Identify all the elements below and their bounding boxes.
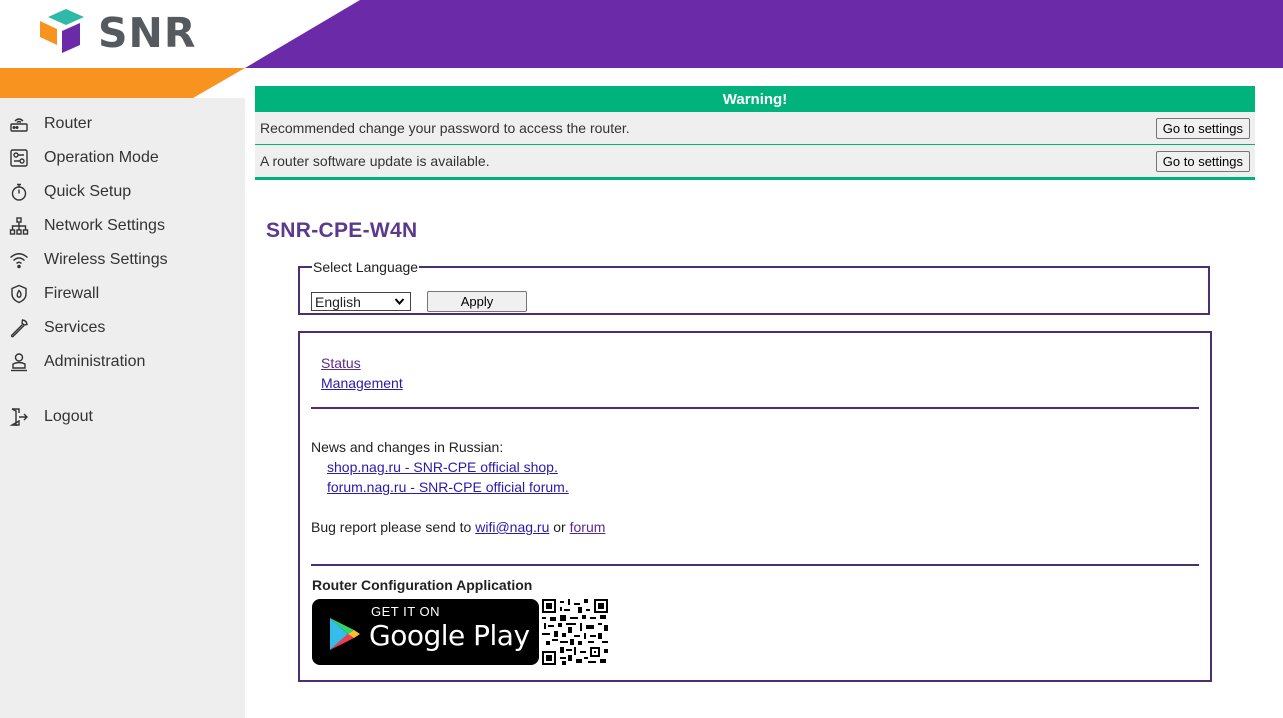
sidebar-nav: Router Operation Mode Quick Setup Networ… (0, 107, 245, 434)
language-select[interactable]: English (311, 292, 411, 311)
sidebar-item-label: Network Settings (44, 217, 165, 234)
sidebar-item-services[interactable]: Services (0, 311, 245, 345)
sidebar-item-administration[interactable]: Administration (0, 345, 245, 379)
warning-row-update: A router software update is available. G… (255, 145, 1255, 180)
wifi-icon (8, 249, 30, 271)
warning-message: Recommended change your password to acce… (260, 120, 630, 136)
divider (311, 407, 1199, 409)
sidebar-item-label: Wireless Settings (44, 251, 168, 268)
sidebar-item-firewall[interactable]: Firewall (0, 277, 245, 311)
sidebar-item-router[interactable]: Router (0, 107, 245, 141)
warning-row-password: Recommended change your password to acce… (255, 112, 1255, 145)
warning-message: A router software update is available. (260, 153, 490, 169)
sidebar-item-network-settings[interactable]: Network Settings (0, 209, 245, 243)
apply-button[interactable]: Apply (427, 291, 527, 312)
admin-icon (8, 351, 30, 373)
sidebar-item-label: Operation Mode (44, 149, 159, 166)
bug-forum-link[interactable]: forum (570, 519, 606, 535)
info-panel: Status Management News and changes in Ru… (298, 331, 1212, 682)
divider (311, 564, 1199, 566)
language-selected-value: English (315, 293, 361, 310)
snr-logo-icon (40, 9, 84, 53)
page-title: SNR-CPE-W4N (266, 219, 418, 242)
wrench-icon (8, 317, 30, 339)
warning-panel: Warning! Recommended change your passwor… (255, 86, 1255, 180)
sidebar-item-label: Firewall (44, 285, 100, 302)
forum-link[interactable]: forum.nag.ru - SNR-CPE official forum. (327, 479, 569, 495)
warning-title: Warning! (255, 86, 1255, 112)
network-icon (8, 215, 30, 237)
logout-icon (8, 406, 30, 428)
sidebar-item-label: Router (44, 115, 93, 132)
status-link[interactable]: Status (321, 355, 361, 371)
go-to-settings-button[interactable]: Go to settings (1155, 150, 1250, 172)
sidebar-item-label: Logout (44, 408, 93, 425)
shield-icon (8, 283, 30, 305)
language-legend: Select Language (313, 259, 419, 275)
qr-code-icon (542, 599, 608, 665)
google-play-badge[interactable]: GET IT ON Google Play (312, 599, 539, 665)
bug-report-prefix: Bug report please send to (311, 519, 476, 535)
stopwatch-icon (8, 181, 30, 203)
go-to-settings-button[interactable]: Go to settings (1155, 117, 1250, 139)
app-title: Router Configuration Application (312, 577, 533, 593)
sidebar-item-label: Administration (44, 353, 146, 370)
get-it-on-text: GET IT ON (371, 604, 441, 619)
google-play-icon (330, 618, 360, 650)
sidebar-item-label: Services (44, 319, 106, 336)
news-title: News and changes in Russian: (311, 439, 504, 455)
sidebar-item-operation-mode[interactable]: Operation Mode (0, 141, 245, 175)
main-content: Warning! Recommended change your passwor… (245, 68, 1283, 718)
sidebar-item-label: Quick Setup (44, 183, 132, 200)
bug-report-middle: or (549, 519, 570, 535)
sidebar: Router Operation Mode Quick Setup Networ… (0, 98, 245, 718)
management-link[interactable]: Management (321, 375, 403, 391)
bug-report-text: Bug report please send to wifi@nag.ru or… (311, 519, 605, 535)
sidebar-item-wireless-settings[interactable]: Wireless Settings (0, 243, 245, 277)
email-link[interactable]: wifi@nag.ru (475, 519, 549, 535)
google-play-text: Google Play (369, 619, 530, 652)
shop-link[interactable]: shop.nag.ru - SNR-CPE official shop. (327, 459, 558, 475)
brand-name: SNR (98, 9, 197, 57)
sidebar-item-quick-setup[interactable]: Quick Setup (0, 175, 245, 209)
operation-mode-icon (8, 147, 30, 169)
sidebar-item-logout[interactable]: Logout (0, 400, 245, 434)
language-fieldset: Select Language English Apply (298, 259, 1210, 315)
router-icon (8, 113, 30, 135)
chevron-down-icon (394, 298, 405, 306)
